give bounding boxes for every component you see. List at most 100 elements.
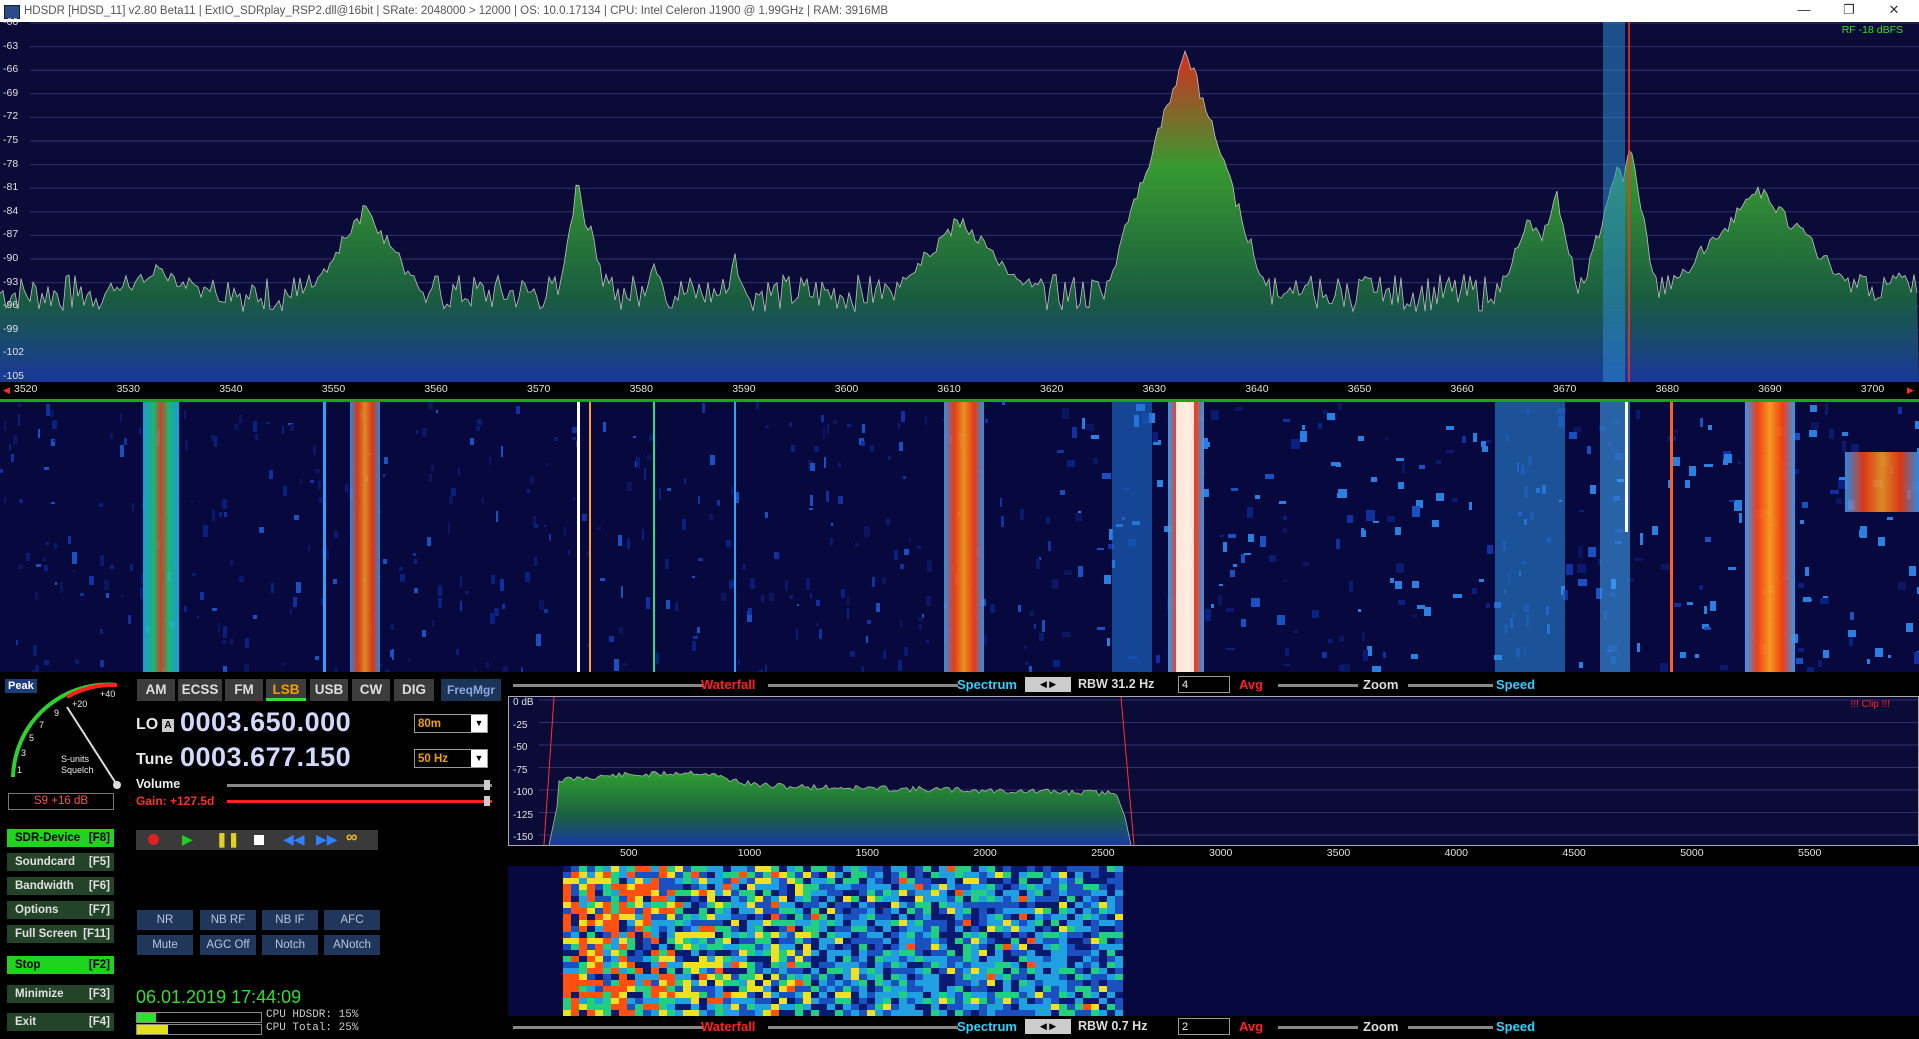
button-label: Soundcard <box>15 856 76 868</box>
speed-label: Speed <box>1496 677 1536 692</box>
db-scale-label: -87 <box>3 228 19 241</box>
mode-button-usb[interactable]: USB <box>310 679 348 701</box>
lo-vfo-a-button[interactable]: A <box>162 719 174 732</box>
gain-slider-knob[interactable] <box>484 796 490 806</box>
speed-slider[interactable] <box>1408 1026 1493 1029</box>
soundcard-button[interactable]: Soundcard [F5] <box>7 853 114 871</box>
close-button[interactable]: ✕ <box>1871 0 1917 22</box>
db-scale-label: -60 <box>3 16 19 28</box>
frequency-tick-label: 3650 <box>1347 383 1372 395</box>
avg-select[interactable]: 2 <box>1178 1018 1230 1035</box>
zoom-slider[interactable] <box>1278 684 1358 687</box>
button-shortcut: [F5] <box>88 856 110 868</box>
frequency-tick-label: 3590 <box>732 383 756 395</box>
dsp-button-nb-if[interactable]: NB IF <box>262 910 318 930</box>
button-label: SDR-Device <box>15 832 81 844</box>
fast-forward-icon[interactable]: ▶▶ <box>316 831 338 848</box>
bandwidth-button[interactable]: Bandwidth [F6] <box>7 877 114 895</box>
dsp-button-mute[interactable]: Mute <box>137 935 193 955</box>
rf-waterfall[interactable] <box>0 402 1919 672</box>
mode-button-am[interactable]: AM <box>137 679 175 701</box>
db-scale-label: -81 <box>3 181 19 194</box>
button-label: Exit <box>15 1016 37 1028</box>
dsp-button-nb-rf[interactable]: NB RF <box>200 910 256 930</box>
dsp-button-notch[interactable]: Notch <box>262 935 318 955</box>
avg-select[interactable]: 4 <box>1178 676 1230 693</box>
audio-spectrum-display[interactable]: 0 dB -25 -50 -75 -100 -125 -150 !!! Clip !!! <box>508 696 1919 846</box>
frequency-tick-label: 3640 <box>1245 383 1269 395</box>
full-screen-button[interactable]: Full Screen [F11] <box>7 925 114 943</box>
scroll-right-arrow-icon[interactable]: ▶ <box>1907 385 1914 396</box>
sdr-device-button[interactable]: SDR-Device [F8] <box>7 829 114 847</box>
spectrum-contrast-slider[interactable] <box>768 684 958 687</box>
cpu-hdsdr-label: CPU HDSDR: 15% <box>266 1009 359 1021</box>
button-shortcut: [F3] <box>88 988 110 1000</box>
record-icon[interactable] <box>148 834 159 845</box>
audio-waterfall[interactable] <box>508 866 1919 1016</box>
button-shortcut: [F7] <box>88 904 110 916</box>
mode-button-cw[interactable]: CW <box>352 679 390 701</box>
exit-button[interactable]: Exit [F4] <box>7 1013 114 1031</box>
db-scale-label: -66 <box>3 63 19 76</box>
avg-label: Avg <box>1239 677 1264 692</box>
tune-frequency[interactable]: 0003.677.150 <box>180 742 351 773</box>
play-icon[interactable]: ▶ <box>182 831 193 848</box>
volume-slider-knob[interactable] <box>484 780 490 790</box>
dsp-button-afc[interactable]: AFC <box>324 910 380 930</box>
rewind-icon[interactable]: ◀◀ <box>283 831 305 848</box>
scroll-left-arrow-icon[interactable]: ◀ <box>3 385 10 396</box>
zoom-slider[interactable] <box>1278 1026 1358 1029</box>
rbw-label: RBW 31.2 Hz <box>1078 677 1155 691</box>
loop-icon[interactable]: ∞ <box>346 829 357 847</box>
chevron-down-icon: ▼ <box>471 715 487 732</box>
rf-spectrum-display[interactable] <box>0 22 1919 382</box>
rbw-stepper[interactable]: ◀ ▶ <box>1025 1019 1071 1034</box>
s-scale-label: +20 <box>72 699 88 709</box>
frequency-tick-label: 3670 <box>1553 383 1577 395</box>
rbw-stepper[interactable]: ◀ ▶ <box>1025 677 1071 692</box>
options-button[interactable]: Options [F7] <box>7 901 114 919</box>
audio-waterfall-graph <box>563 866 1123 1016</box>
s-meter[interactable]: Peak 1 3 5 7 9 +20 +40 S-units Squelch <box>5 677 121 789</box>
band-select[interactable]: 80m ▼ <box>414 714 488 733</box>
lo-frequency[interactable]: 0003.650.000 <box>180 707 351 738</box>
db-scale-label: -102 <box>3 346 25 359</box>
restore-button[interactable]: ❐ <box>1826 0 1872 22</box>
speed-label: Speed <box>1496 1019 1536 1034</box>
minimize-button[interactable]: Minimize [F3] <box>7 985 114 1003</box>
gain-label: Gain: +127.5d <box>136 794 215 808</box>
audio-db-label: 0 dB <box>513 697 534 708</box>
zoom-label: Zoom <box>1363 1019 1399 1034</box>
mode-button-lsb[interactable]: LSB <box>266 679 306 701</box>
stop-button[interactable]: Stop [F2] <box>7 956 114 974</box>
cpu-total-meter <box>136 1024 262 1035</box>
rf-level-label: RF -18 dBFS <box>1841 24 1903 36</box>
freqmgr-button[interactable]: FreqMgr <box>441 679 501 701</box>
stop-icon[interactable] <box>254 835 264 845</box>
step-select[interactable]: 50 Hz ▼ <box>414 749 488 768</box>
chevron-down-icon: ▼ <box>471 750 487 767</box>
audio-db-label: -150 <box>513 832 534 843</box>
waterfall-label: Waterfall <box>701 677 756 692</box>
volume-slider[interactable] <box>227 784 492 787</box>
mode-button-fm[interactable]: FM <box>225 679 263 701</box>
waterfall-contrast-slider[interactable] <box>513 684 703 687</box>
s-scale-label: 1 <box>17 765 23 775</box>
audio-frequency-tick-label: 3000 <box>1209 847 1233 859</box>
mode-button-ecss[interactable]: ECSS <box>178 679 222 701</box>
spectrum-contrast-slider[interactable] <box>768 1026 958 1029</box>
audio-spectrum-graph <box>539 697 1918 845</box>
minimize-button[interactable]: — <box>1781 0 1827 22</box>
dsp-button-nr[interactable]: NR <box>137 910 193 930</box>
waterfall-contrast-slider[interactable] <box>513 1026 703 1029</box>
audio-frequency-tick-label: 3500 <box>1326 847 1351 859</box>
dsp-button-anotch[interactable]: ANotch <box>324 935 380 955</box>
speed-slider[interactable] <box>1408 684 1493 687</box>
dsp-button-agc-off[interactable]: AGC Off <box>200 935 256 955</box>
db-scale-label: -90 <box>3 252 19 264</box>
mode-button-dig[interactable]: DIG <box>394 679 434 701</box>
frequency-tick-label: 3630 <box>1142 383 1166 395</box>
gain-slider[interactable] <box>227 800 492 803</box>
pause-icon[interactable]: ❚❚ <box>216 831 239 848</box>
audio-frequency-tick-label: 500 <box>620 847 638 859</box>
